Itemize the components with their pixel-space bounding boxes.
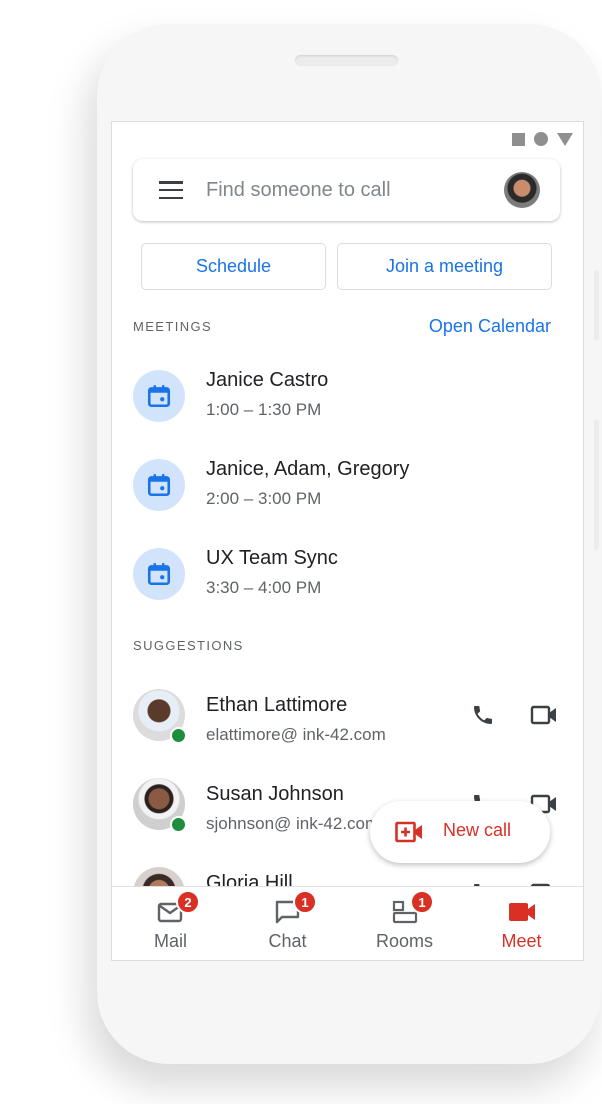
open-calendar-link[interactable]: Open Calendar — [429, 316, 551, 337]
meeting-item[interactable]: Janice Castro 1:00 – 1:30 PM — [112, 360, 583, 430]
nav-mail[interactable]: 2 Mail — [112, 887, 229, 960]
calendar-icon — [133, 370, 185, 422]
join-meeting-button[interactable]: Join a meeting — [337, 243, 552, 290]
search-input[interactable]: Find someone to call — [206, 179, 391, 202]
menu-icon[interactable] — [159, 181, 183, 199]
meet-video-icon — [509, 903, 535, 921]
contact-email: sjohnson@ ink-42.com — [206, 814, 380, 833]
meeting-time: 3:30 – 4:00 PM — [206, 578, 322, 597]
nav-label: Mail — [153, 931, 187, 951]
mail-badge: 2 — [176, 890, 200, 914]
app-screen: Find someone to call Schedule Join a mee… — [111, 121, 584, 961]
meeting-title: Janice, Adam, Gregory — [206, 458, 410, 480]
nav-chat[interactable]: 1 Chat — [229, 887, 346, 960]
video-call-icon[interactable] — [530, 701, 558, 729]
online-status-icon — [170, 816, 187, 833]
phone-call-icon[interactable] — [469, 701, 497, 729]
calendar-icon — [133, 548, 185, 600]
schedule-button[interactable]: Schedule — [141, 243, 326, 290]
new-video-call-icon — [395, 821, 422, 843]
meetings-heading: MEETINGS — [133, 319, 213, 334]
meeting-title: Janice Castro — [206, 369, 329, 391]
phone-speaker — [295, 55, 398, 66]
new-call-label: New call — [443, 820, 512, 840]
meeting-item[interactable]: Janice, Adam, Gregory 2:00 – 3:00 PM — [112, 449, 583, 519]
online-status-icon — [170, 727, 187, 744]
square-icon — [512, 132, 525, 146]
nav-label: Meet — [501, 931, 542, 951]
account-avatar[interactable] — [504, 172, 540, 208]
contact-email: elattimore@ ink-42.com — [206, 725, 386, 744]
triangle-icon — [557, 132, 573, 146]
search-bar[interactable]: Find someone to call — [133, 159, 560, 221]
contact-item[interactable]: Ethan Lattimore elattimore@ ink-42.com — [112, 685, 583, 755]
contact-name: Ethan Lattimore — [206, 694, 348, 716]
phone-side-button — [594, 420, 599, 550]
chat-badge: 1 — [293, 890, 317, 914]
nav-label: Chat — [268, 931, 307, 951]
meeting-time: 2:00 – 3:00 PM — [206, 489, 322, 508]
phone-side-button — [594, 270, 599, 340]
nav-meet[interactable]: Meet — [463, 887, 580, 960]
new-call-button[interactable]: New call — [370, 801, 550, 863]
calendar-icon — [133, 459, 185, 511]
status-bar — [512, 132, 573, 146]
circle-icon — [534, 132, 548, 146]
meeting-item[interactable]: UX Team Sync 3:30 – 4:00 PM — [112, 538, 583, 608]
nav-rooms[interactable]: 1 Rooms — [346, 887, 463, 960]
rooms-badge: 1 — [410, 890, 434, 914]
contact-name: Susan Johnson — [206, 783, 344, 805]
nav-label: Rooms — [375, 931, 433, 951]
suggestions-heading: SUGGESTIONS — [133, 638, 244, 653]
meeting-title: UX Team Sync — [206, 547, 338, 569]
meeting-time: 1:00 – 1:30 PM — [206, 400, 322, 419]
bottom-navigation: 2 Mail 1 Chat 1 Rooms Meet — [112, 886, 583, 960]
